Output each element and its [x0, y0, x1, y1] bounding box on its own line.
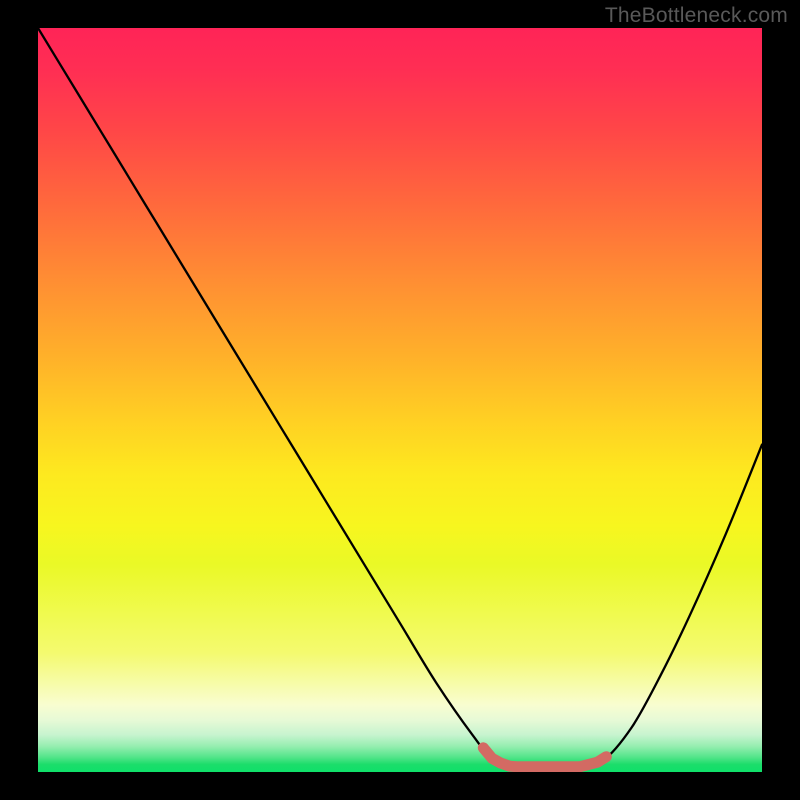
watermark-label: TheBottleneck.com [605, 4, 788, 28]
plot-area [38, 28, 762, 772]
accent-layer [38, 28, 762, 772]
accent-segment-path [483, 748, 606, 767]
chart-frame: TheBottleneck.com [0, 0, 800, 800]
